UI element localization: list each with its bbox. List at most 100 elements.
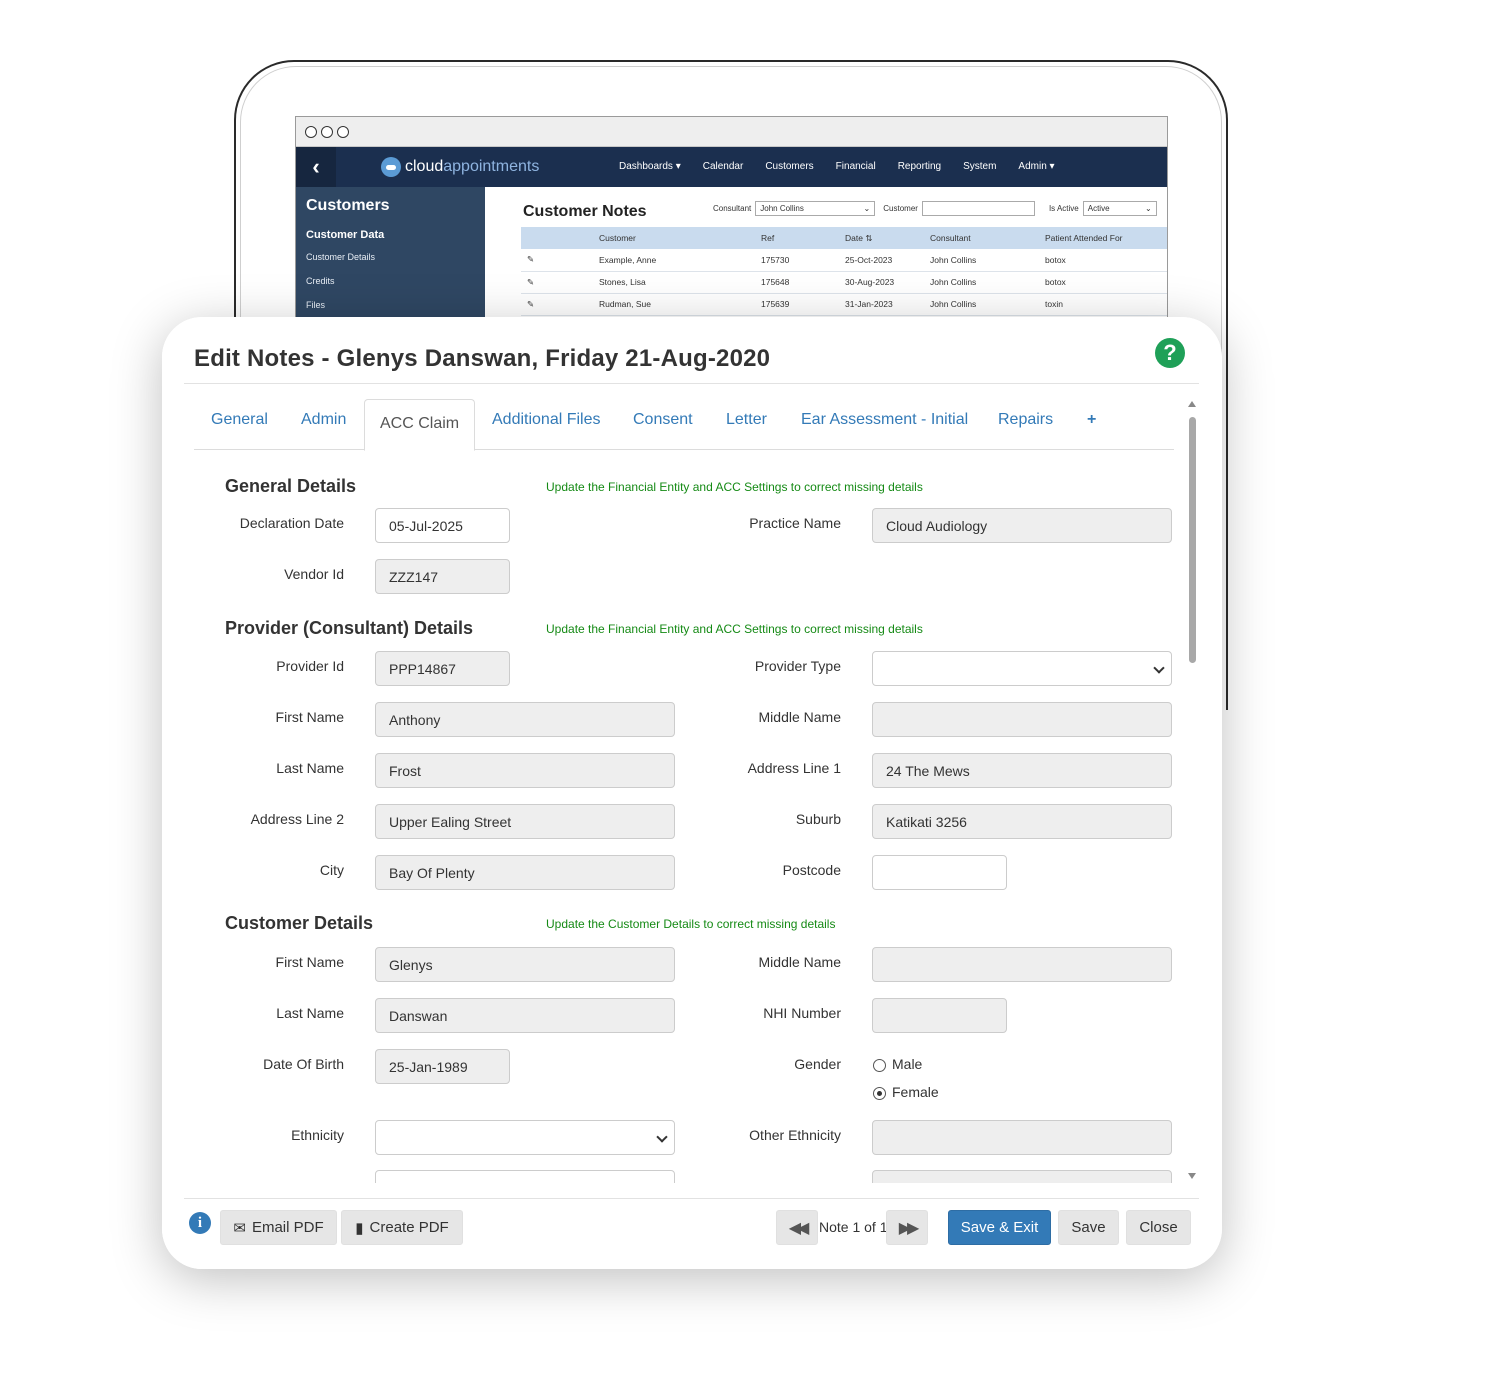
col-ref[interactable]: Ref (755, 227, 839, 249)
table-row[interactable]: ✎ Rudman, Sue 175639 31-Jan-2023 John Co… (521, 293, 1167, 316)
suburb-label: Suburb (795, 811, 841, 827)
pencil-icon[interactable]: ✎ (521, 249, 593, 272)
provider-last-name-field[interactable]: Frost (375, 753, 675, 788)
browser-titlebar (296, 117, 1167, 147)
gender-female-radio[interactable] (873, 1087, 886, 1100)
sidebar-item-credits[interactable]: Credits (306, 276, 475, 286)
tab-additional-files[interactable]: Additional Files (492, 411, 601, 429)
col-consultant[interactable]: Consultant (924, 227, 1039, 249)
gender-female-label[interactable]: Female (892, 1084, 939, 1100)
tab-consent[interactable]: Consent (633, 411, 693, 429)
active-filter-select[interactable]: Active ⌄ (1082, 201, 1157, 216)
chevron-down-icon (656, 1131, 668, 1143)
declaration-date-label: Declaration Date (239, 515, 344, 531)
email-pdf-label: Email PDF (251, 1219, 324, 1236)
vendor-id-field[interactable]: ZZZ147 (375, 559, 510, 594)
create-pdf-button[interactable]: ▮ Create PDF (341, 1210, 463, 1245)
nav-customers[interactable]: Customers (765, 161, 813, 172)
address-line-1-field[interactable]: 24 The Mews (872, 753, 1172, 788)
table-cell: botox (1039, 249, 1167, 272)
gender-male-label[interactable]: Male (892, 1056, 922, 1072)
postcode-label: Postcode (782, 862, 841, 878)
consultant-filter-select[interactable]: John Collins ⌄ (755, 201, 876, 216)
divider (184, 1198, 1199, 1199)
provider-type-select[interactable] (872, 651, 1172, 686)
address-line-2-field[interactable]: Upper Ealing Street (375, 804, 675, 839)
info-icon[interactable]: i (189, 1212, 211, 1234)
sidebar-item-customer-details[interactable]: Customer Details (306, 252, 475, 262)
tab-repairs[interactable]: Repairs (998, 411, 1053, 429)
table-cell: 31-Jan-2023 (839, 293, 924, 316)
ethnicity-select[interactable] (375, 1120, 675, 1155)
brand-logo[interactable]: cloud appointments (381, 157, 539, 177)
save-and-exit-button[interactable]: Save & Exit (948, 1210, 1051, 1245)
customer-middle-name-field[interactable] (872, 947, 1172, 982)
nav-financial[interactable]: Financial (836, 161, 876, 172)
email-pdf-button[interactable]: ✉ Email PDF (220, 1210, 337, 1245)
date-of-birth-field[interactable]: 25-Jan-1989 (375, 1049, 510, 1084)
scroll-up-arrow-icon[interactable] (1188, 401, 1196, 407)
nav-dashboards[interactable]: Dashboards ▾ (619, 161, 681, 172)
next-note-button[interactable]: ▶▶ (886, 1210, 928, 1245)
tab-general[interactable]: General (211, 411, 268, 429)
gender-male-radio[interactable] (873, 1059, 886, 1072)
help-icon[interactable]: ? (1155, 338, 1185, 368)
practice-name-field[interactable]: Cloud Audiology (872, 508, 1172, 543)
nav-reporting[interactable]: Reporting (898, 161, 941, 172)
sidebar-item-files[interactable]: Files (306, 300, 475, 310)
chevron-down-icon (1153, 662, 1165, 674)
app-navbar: ‹ cloud appointments Dashboards ▾ Calenda… (296, 147, 1167, 187)
cloud-logo-icon (381, 157, 401, 177)
tab-admin[interactable]: Admin (301, 411, 346, 429)
pencil-icon[interactable]: ✎ (521, 271, 593, 294)
table-header-row: Customer Ref Date ⇅ Consultant Patient A… (521, 227, 1167, 249)
provider-middle-name-field[interactable] (872, 702, 1172, 737)
table-row[interactable]: ✎ Stones, Lisa 175648 30-Aug-2023 John C… (521, 271, 1167, 294)
tab-ear-assessment-initial[interactable]: Ear Assessment - Initial (801, 411, 968, 429)
tab-acc-claim[interactable]: ACC Claim (364, 399, 476, 451)
email-field[interactable] (872, 1170, 1172, 1183)
tab-bar: General Admin ACC Claim Additional Files… (194, 399, 1174, 451)
occupation-field[interactable] (375, 1170, 675, 1183)
table-cell: toxin (1039, 293, 1167, 316)
table-cell: 175730 (755, 249, 839, 272)
nav-admin[interactable]: Admin ▾ (1018, 161, 1054, 172)
postcode-field[interactable] (872, 855, 1007, 890)
previous-note-button[interactable]: ◀◀ (776, 1210, 818, 1245)
consultant-filter-label: Consultant (713, 204, 752, 213)
declaration-date-field[interactable]: 05-Jul-2025 (375, 508, 510, 543)
table-cell: 175639 (755, 293, 839, 316)
back-chevron-icon[interactable]: ‹ (296, 147, 336, 187)
city-field[interactable]: Bay Of Plenty (375, 855, 675, 890)
add-tab-button[interactable]: + (1087, 411, 1096, 429)
customer-last-name-label: Last Name (276, 1005, 344, 1021)
scrollbar-thumb[interactable] (1189, 417, 1196, 663)
nhi-number-field[interactable] (872, 998, 1007, 1033)
table-cell: 30-Aug-2023 (839, 271, 924, 294)
tab-letter[interactable]: Letter (726, 411, 767, 429)
sidebar-section-customer-data[interactable]: Customer Data (306, 229, 475, 241)
pencil-icon[interactable]: ✎ (521, 293, 593, 316)
customer-last-name-field[interactable]: Danswan (375, 998, 675, 1033)
brand-text-cloud: cloud (405, 158, 444, 175)
form-scrollbar[interactable] (1186, 401, 1198, 1185)
customer-filter-input[interactable] (921, 201, 1035, 216)
provider-first-name-field[interactable]: Anthony (375, 702, 675, 737)
envelope-icon: ✉ (233, 1219, 246, 1237)
scroll-down-arrow-icon[interactable] (1188, 1173, 1196, 1179)
col-attended-for[interactable]: Patient Attended For (1039, 227, 1167, 249)
save-button[interactable]: Save (1058, 1210, 1119, 1245)
customer-notes-panel: Customer Notes Consultant John Collins ⌄ … (485, 187, 1167, 317)
provider-id-field[interactable]: PPP14867 (375, 651, 510, 686)
col-date[interactable]: Date ⇅ (839, 227, 924, 249)
customer-first-name-field[interactable]: Glenys (375, 947, 675, 982)
practice-name-label: Practice Name (749, 515, 841, 531)
suburb-field[interactable]: Katikati 3256 (872, 804, 1172, 839)
col-customer[interactable]: Customer (593, 227, 755, 249)
table-row[interactable]: ✎ Example, Anne 175730 25-Oct-2023 John … (521, 249, 1167, 272)
nav-system[interactable]: System (963, 161, 996, 172)
address-line-1-label: Address Line 1 (747, 760, 841, 776)
nav-calendar[interactable]: Calendar (703, 161, 744, 172)
close-button[interactable]: Close (1126, 1210, 1191, 1245)
other-ethnicity-field[interactable] (872, 1120, 1172, 1155)
